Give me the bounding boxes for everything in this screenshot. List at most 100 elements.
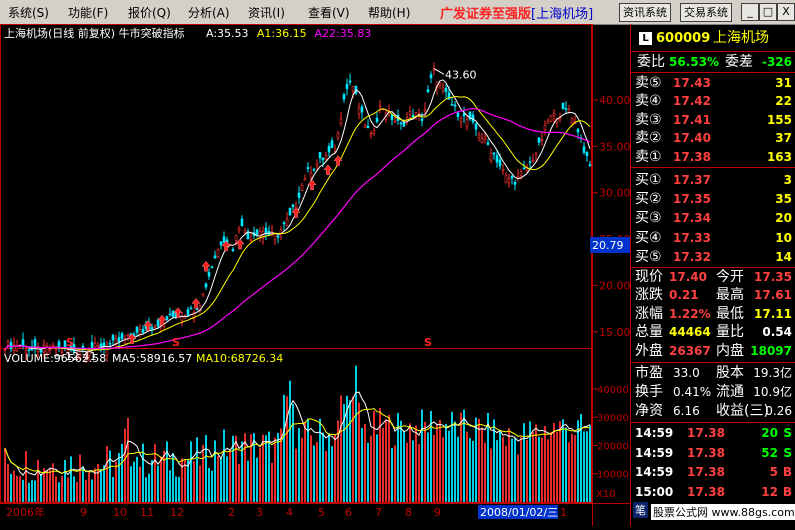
candle-body: [399, 122, 403, 125]
sell-label: 卖①: [635, 148, 662, 165]
menu-item-5[interactable]: 查看(V): [308, 4, 350, 21]
fundamental-row: 换手 0.41% 流通 10.9亿: [631, 384, 795, 401]
volume-bar: [370, 435, 372, 502]
candle-body: [21, 339, 25, 346]
menu-item-1[interactable]: 功能(F): [68, 4, 108, 21]
tick-row: 14:59 17.38 52 S: [631, 445, 795, 462]
tick-price: 17.38: [687, 465, 725, 479]
volume-bar: [454, 421, 456, 502]
stat-value-2: 17.61: [754, 288, 792, 303]
volume-bar: [448, 430, 450, 502]
stat-label: 外盘: [635, 342, 663, 359]
tick-time: 14:59: [635, 426, 674, 440]
kline-chart-panel[interactable]: 上海机场(日线 前复权) 牛市突破指标 A:35.53 A1:36.15 A22:35…: [0, 24, 631, 526]
candle-body: [336, 133, 340, 138]
candle-body: [351, 86, 355, 92]
volume-bar: [508, 428, 510, 502]
volume-bar: [442, 437, 444, 502]
volume-bar: [190, 441, 192, 502]
fund-label: 净资: [635, 403, 663, 419]
fund-value: 0.41%: [673, 385, 712, 399]
tick-volume: 20: [761, 426, 778, 440]
tick-time: 14:59: [635, 445, 674, 460]
candle-body: [483, 136, 487, 140]
close-button[interactable]: X: [777, 3, 795, 21]
candle-body: [186, 309, 190, 316]
bottom-tab[interactable]: 笔: [633, 502, 648, 518]
volume-bar: [295, 448, 297, 502]
volume-bar: [367, 442, 369, 502]
buy-volume: 35: [775, 192, 792, 207]
maximize-button[interactable]: □: [759, 3, 777, 21]
date-label: 9: [80, 506, 87, 519]
buy-level-5: 买⑤ 17.32 14: [631, 249, 795, 266]
stat-row: 总量 44464 量比 0.54: [631, 324, 795, 341]
volume-tick-label: 40000: [597, 385, 629, 396]
volume-bar: [415, 425, 417, 502]
candle-body: [249, 239, 253, 241]
candle-body: [570, 118, 574, 124]
price-tick-label: 15.00: [599, 326, 630, 339]
news-system-button[interactable]: 资讯系统: [619, 3, 671, 22]
menu-item-2[interactable]: 报价(Q): [128, 4, 171, 21]
volume-bar: [22, 479, 24, 502]
candle-body: [318, 152, 322, 159]
stat-value: 0.21: [669, 288, 699, 303]
volume-bar: [520, 437, 522, 502]
volume-bar: [400, 420, 402, 502]
weibi-row: 委比 56.53% 委差 -326: [637, 54, 792, 70]
volume-bar: [229, 450, 231, 502]
minimize-button[interactable]: _: [741, 3, 759, 21]
candle-body: [405, 117, 409, 120]
sell-signal-marker: S: [66, 336, 74, 349]
candle-body: [153, 325, 157, 328]
candle-body: [489, 152, 493, 161]
menu-item-6[interactable]: 帮助(H): [368, 4, 410, 21]
stat-label-2: 今开: [716, 269, 744, 285]
candle-body: [180, 316, 184, 321]
volume-bar: [565, 427, 567, 502]
volume-bar: [46, 470, 48, 502]
volume-bar: [559, 420, 561, 502]
volume-bar: [223, 429, 225, 502]
buy-signal-arrow: [333, 155, 343, 166]
menu-item-0[interactable]: 系统(S): [8, 4, 49, 21]
candle-body: [219, 241, 223, 246]
watermark: 股票公式网 www.88gs.com: [651, 504, 795, 520]
sell-label: 卖⑤: [635, 75, 662, 91]
candle-body: [12, 344, 16, 352]
trade-system-button[interactable]: 交易系统: [680, 3, 732, 22]
buy-label: 买⑤: [635, 248, 662, 265]
date-label: 3: [256, 506, 263, 519]
candle-body: [237, 228, 241, 231]
candle-body: [327, 145, 331, 153]
menu-item-4[interactable]: 资讯(I): [248, 4, 285, 21]
volume-bar: [544, 426, 546, 502]
volume-bar: [259, 447, 261, 502]
sell-label: 卖③: [635, 111, 662, 128]
volume-bar: [289, 380, 291, 502]
tick-side: S: [783, 445, 792, 460]
candle-body: [444, 87, 448, 93]
sell-price: 17.41: [673, 112, 711, 127]
buy-label: 买③: [635, 210, 662, 227]
candle-body: [3, 349, 7, 351]
sell-price: 17.42: [673, 94, 711, 109]
sell-label: 卖②: [635, 130, 662, 147]
volume-bar: [361, 428, 363, 502]
volume-bar: [10, 473, 12, 502]
volume-bar: [505, 445, 507, 502]
candle-body: [213, 255, 217, 259]
kline-chart[interactable]: 上海机场(日线 前复权) 牛市突破指标 A:35.53 A1:36.15 A22:35…: [0, 24, 631, 526]
candle-body: [546, 121, 550, 124]
menu-item-3[interactable]: 分析(A): [188, 4, 230, 21]
volume-bar: [532, 432, 534, 502]
candle-body: [375, 117, 379, 123]
candle-body: [222, 236, 226, 243]
volume-bar: [511, 438, 513, 502]
volume-bar: [37, 459, 39, 502]
volume-bar: [214, 440, 216, 502]
candle-body: [90, 342, 94, 350]
volume-bar: [418, 444, 420, 502]
candle-body: [528, 161, 532, 164]
